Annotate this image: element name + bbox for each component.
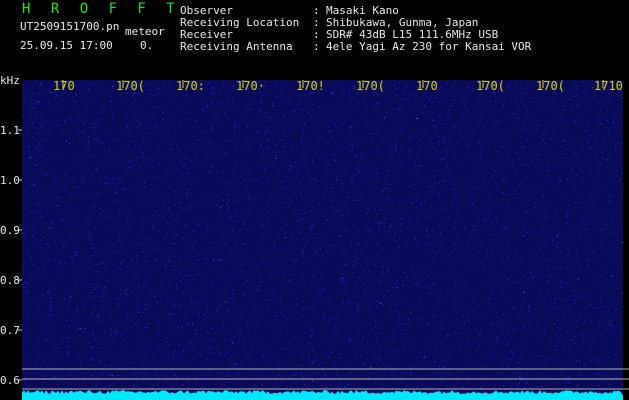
x-tick-label: 170: — [176, 79, 205, 93]
plot-background — [22, 80, 623, 396]
y-tick-label: 0.8 — [0, 274, 20, 287]
x-tick-label: 170 — [53, 79, 75, 93]
x-tick-label: 1710 — [594, 79, 623, 93]
spectrum-base — [22, 396, 623, 400]
x-tick-label: 170( — [476, 79, 505, 93]
x-tick-label: 170 — [416, 79, 438, 93]
y-tick-label: 1.0 — [0, 174, 20, 187]
spectrogram — [18, 80, 629, 400]
x-tick-label: 170( — [356, 79, 385, 93]
x-tick-label: 170! — [296, 79, 325, 93]
y-tick-label: 0.7 — [0, 324, 20, 337]
x-tick-label: 170· — [236, 79, 265, 93]
x-tick-label: 170( — [116, 79, 145, 93]
y-tick-label: 1.1 — [0, 124, 20, 137]
y-tick-label: 0.9 — [0, 224, 20, 237]
x-tick-label: 170( — [536, 79, 565, 93]
y-tick-label: 0.6 — [0, 374, 20, 387]
